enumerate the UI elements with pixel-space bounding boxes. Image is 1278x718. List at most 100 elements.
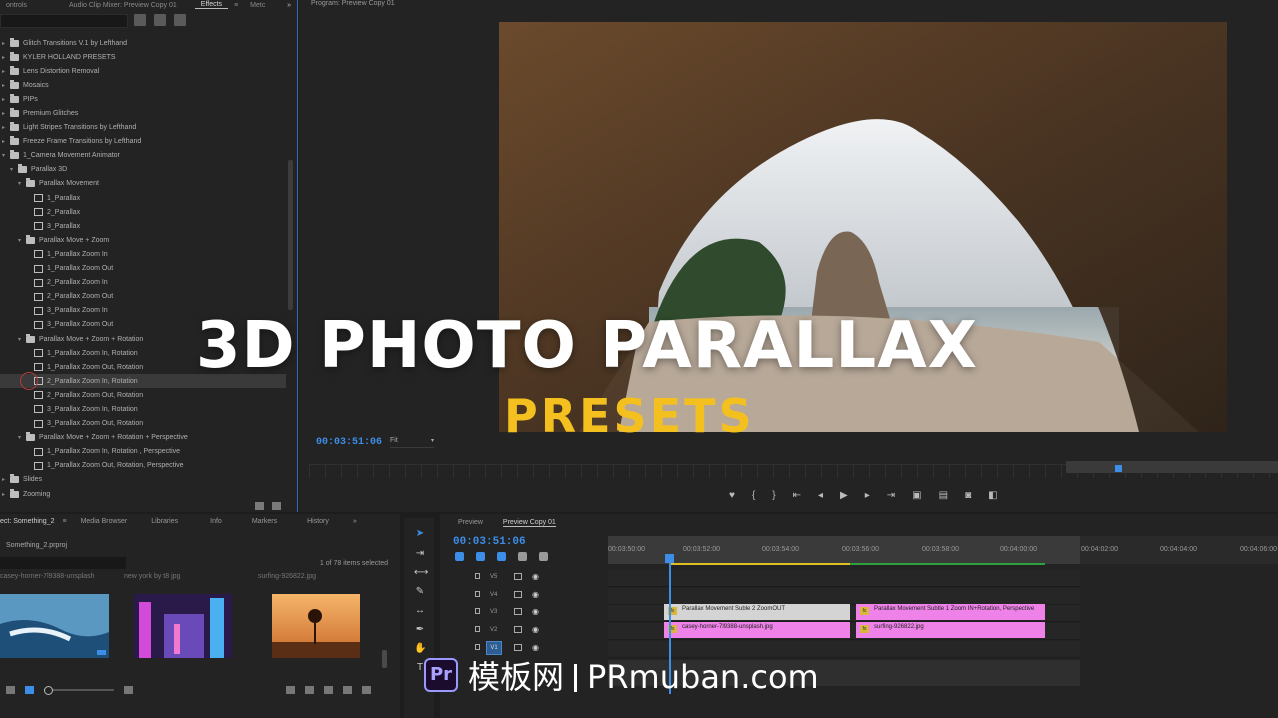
track-lane-v4[interactable] [608, 588, 1080, 605]
effects-scrollbar[interactable] [288, 160, 293, 310]
timeline-timecode[interactable]: 00:03:51:06 [453, 536, 526, 548]
selection-tool-icon[interactable]: ➤ [414, 528, 426, 540]
disclosure-triangle-icon[interactable]: ▸ [2, 82, 10, 89]
eye-icon[interactable]: ◉ [532, 607, 539, 616]
clip-image[interactable]: fx casey-horner-7l9388-unsplash.jpg [664, 622, 850, 638]
project-search-input[interactable] [0, 557, 126, 569]
effects-bin[interactable]: ▾ Parallax 3D [0, 163, 286, 177]
effects-preset[interactable]: 2_Parallax Zoom Out [0, 290, 286, 304]
program-zoom-bar[interactable] [1066, 461, 1278, 473]
thumbnail-sunset[interactable] [272, 594, 360, 658]
program-playhead[interactable] [1115, 465, 1122, 472]
sync-lock-icon[interactable] [514, 626, 522, 633]
tab-metadata[interactable]: Metc [244, 2, 271, 9]
ripple-edit-tool-icon[interactable]: ⟷ [414, 567, 428, 579]
eye-icon[interactable]: ◉ [532, 572, 539, 581]
lift-icon[interactable]: ▣ [912, 490, 921, 501]
tab-history[interactable]: History [307, 518, 329, 525]
sync-lock-icon[interactable] [514, 573, 522, 580]
effects-bin[interactable]: ▸ Lens Distortion Removal [0, 64, 286, 78]
disclosure-triangle-icon[interactable]: ▸ [2, 138, 10, 145]
step-forward-icon[interactable]: ▸ [865, 490, 870, 501]
effects-bin[interactable]: ▸ Slides [0, 473, 286, 487]
disclosure-triangle-icon[interactable]: ▸ [2, 68, 10, 75]
eye-icon[interactable]: ◉ [532, 643, 539, 652]
thumbnail-surfing[interactable] [0, 594, 109, 658]
lock-icon[interactable] [475, 591, 480, 597]
effects-bin[interactable]: ▸ Light Stripes Transitions by Lefthand [0, 121, 286, 135]
panel-menu-icon[interactable]: ≡ [228, 2, 244, 9]
effects-bin[interactable]: ▸ KYLER HOLLAND PRESETS [0, 50, 286, 64]
effects-preset[interactable]: 3_Parallax Zoom In, Rotation [0, 402, 286, 416]
hand-tool-icon[interactable]: ✋ [414, 643, 426, 655]
play-icon[interactable]: ▶ [840, 490, 848, 501]
effects-preset[interactable]: 3_Parallax Zoom Out, Rotation [0, 417, 286, 431]
tab-audio-clip-mixer[interactable]: Audio Clip Mixer: Preview Copy 01 [63, 2, 183, 9]
trash-icon[interactable] [362, 686, 371, 694]
tab-sequence-preview[interactable]: Preview [458, 519, 483, 527]
add-marker-icon[interactable]: ♥ [729, 490, 735, 501]
disclosure-triangle-icon[interactable]: ▾ [10, 166, 18, 173]
effects-bin[interactable]: ▸ PIPs [0, 92, 286, 106]
list-view-icon[interactable] [6, 686, 15, 694]
more-tabs-icon[interactable]: » [353, 518, 357, 525]
effects-bin[interactable]: ▸ Glitch Transitions V.1 by Lefthand [0, 36, 286, 50]
disclosure-triangle-icon[interactable]: ▸ [2, 124, 10, 131]
effects-bin[interactable]: ▸ Mosaics [0, 78, 286, 92]
effects-bin[interactable]: ▸ Zooming [0, 487, 286, 498]
track-lane-v5[interactable] [608, 570, 1080, 587]
project-scrollbar[interactable] [382, 650, 387, 668]
effects-bin[interactable]: ▾ 1_Camera Movement Animator [0, 149, 286, 163]
accelerated-effects-icon[interactable] [134, 14, 146, 26]
disclosure-triangle-icon[interactable]: ▾ [18, 180, 26, 187]
lock-icon[interactable] [475, 644, 480, 650]
program-monitor-title[interactable]: Program: Preview Copy 01 [311, 0, 395, 7]
sync-lock-icon[interactable] [514, 591, 522, 598]
sync-lock-icon[interactable] [514, 644, 522, 651]
add-marker-icon[interactable] [518, 552, 527, 561]
effects-preset[interactable]: 2_Parallax Zoom Out, Rotation [0, 388, 286, 402]
effects-bin[interactable]: ▾ Parallax Move + Zoom + Rotation + Persp… [0, 431, 286, 445]
disclosure-triangle-icon[interactable]: ▾ [2, 152, 10, 159]
mark-out-icon[interactable]: } [772, 490, 775, 501]
new-item-icon[interactable] [343, 686, 352, 694]
32bit-effects-icon[interactable] [154, 14, 166, 26]
wrench-icon[interactable] [539, 552, 548, 561]
extract-icon[interactable]: ▤ [939, 490, 948, 501]
effects-preset[interactable]: 2_Parallax Zoom In [0, 276, 286, 290]
effects-bin[interactable]: ▾ Parallax Movement [0, 177, 286, 191]
effects-search-input[interactable] [0, 14, 128, 28]
export-frame-icon[interactable]: ◙ [965, 490, 971, 501]
comparison-view-icon[interactable]: ◧ [988, 490, 997, 501]
effects-preset[interactable]: 1_Parallax Zoom In [0, 247, 286, 261]
snap-icon[interactable] [476, 552, 485, 561]
tab-info[interactable]: Info [210, 518, 222, 525]
eye-icon[interactable]: ◉ [532, 625, 539, 634]
trash-icon[interactable] [272, 502, 281, 510]
thumbnail-new-york[interactable] [134, 594, 232, 658]
clip-adjustment-layer[interactable]: fx Parallax Movement Suble 2 ZoomOUT [664, 604, 850, 620]
go-to-out-icon[interactable]: ⇥ [887, 490, 895, 501]
find-icon[interactable] [305, 686, 314, 694]
yuv-effects-icon[interactable] [174, 14, 186, 26]
tab-effects[interactable]: Effects [194, 1, 229, 9]
disclosure-triangle-icon[interactable]: ▾ [18, 237, 26, 244]
tab-project[interactable]: ect: Something_2 [0, 518, 54, 525]
more-tabs-icon[interactable]: » [281, 2, 297, 9]
slip-tool-icon[interactable]: ↔ [414, 605, 426, 617]
panel-menu-icon[interactable]: ≡ [62, 518, 66, 525]
effects-preset[interactable]: 1_Parallax [0, 191, 286, 205]
eye-icon[interactable]: ◉ [532, 590, 539, 599]
clip-image[interactable]: fx surfing-926822.jpg [856, 622, 1045, 638]
lock-icon[interactable] [475, 608, 480, 614]
tab-libraries[interactable]: Libraries [151, 518, 178, 525]
effects-bin[interactable]: ▸ Premium Glitches [0, 106, 286, 120]
effects-preset[interactable]: 1_Parallax Zoom In, Rotation , Perspecti… [0, 445, 286, 459]
razor-tool-icon[interactable]: ✎ [414, 586, 426, 598]
pen-tool-icon[interactable]: ✒ [414, 624, 426, 636]
lock-icon[interactable] [475, 626, 480, 632]
program-timecode[interactable]: 00:03:51:06 [316, 437, 382, 448]
tab-sequence-preview-copy[interactable]: Preview Copy 01 [502, 519, 556, 527]
thumbnail-size-slider[interactable] [44, 686, 114, 695]
tab-effect-controls[interactable]: ontrols [0, 2, 33, 9]
